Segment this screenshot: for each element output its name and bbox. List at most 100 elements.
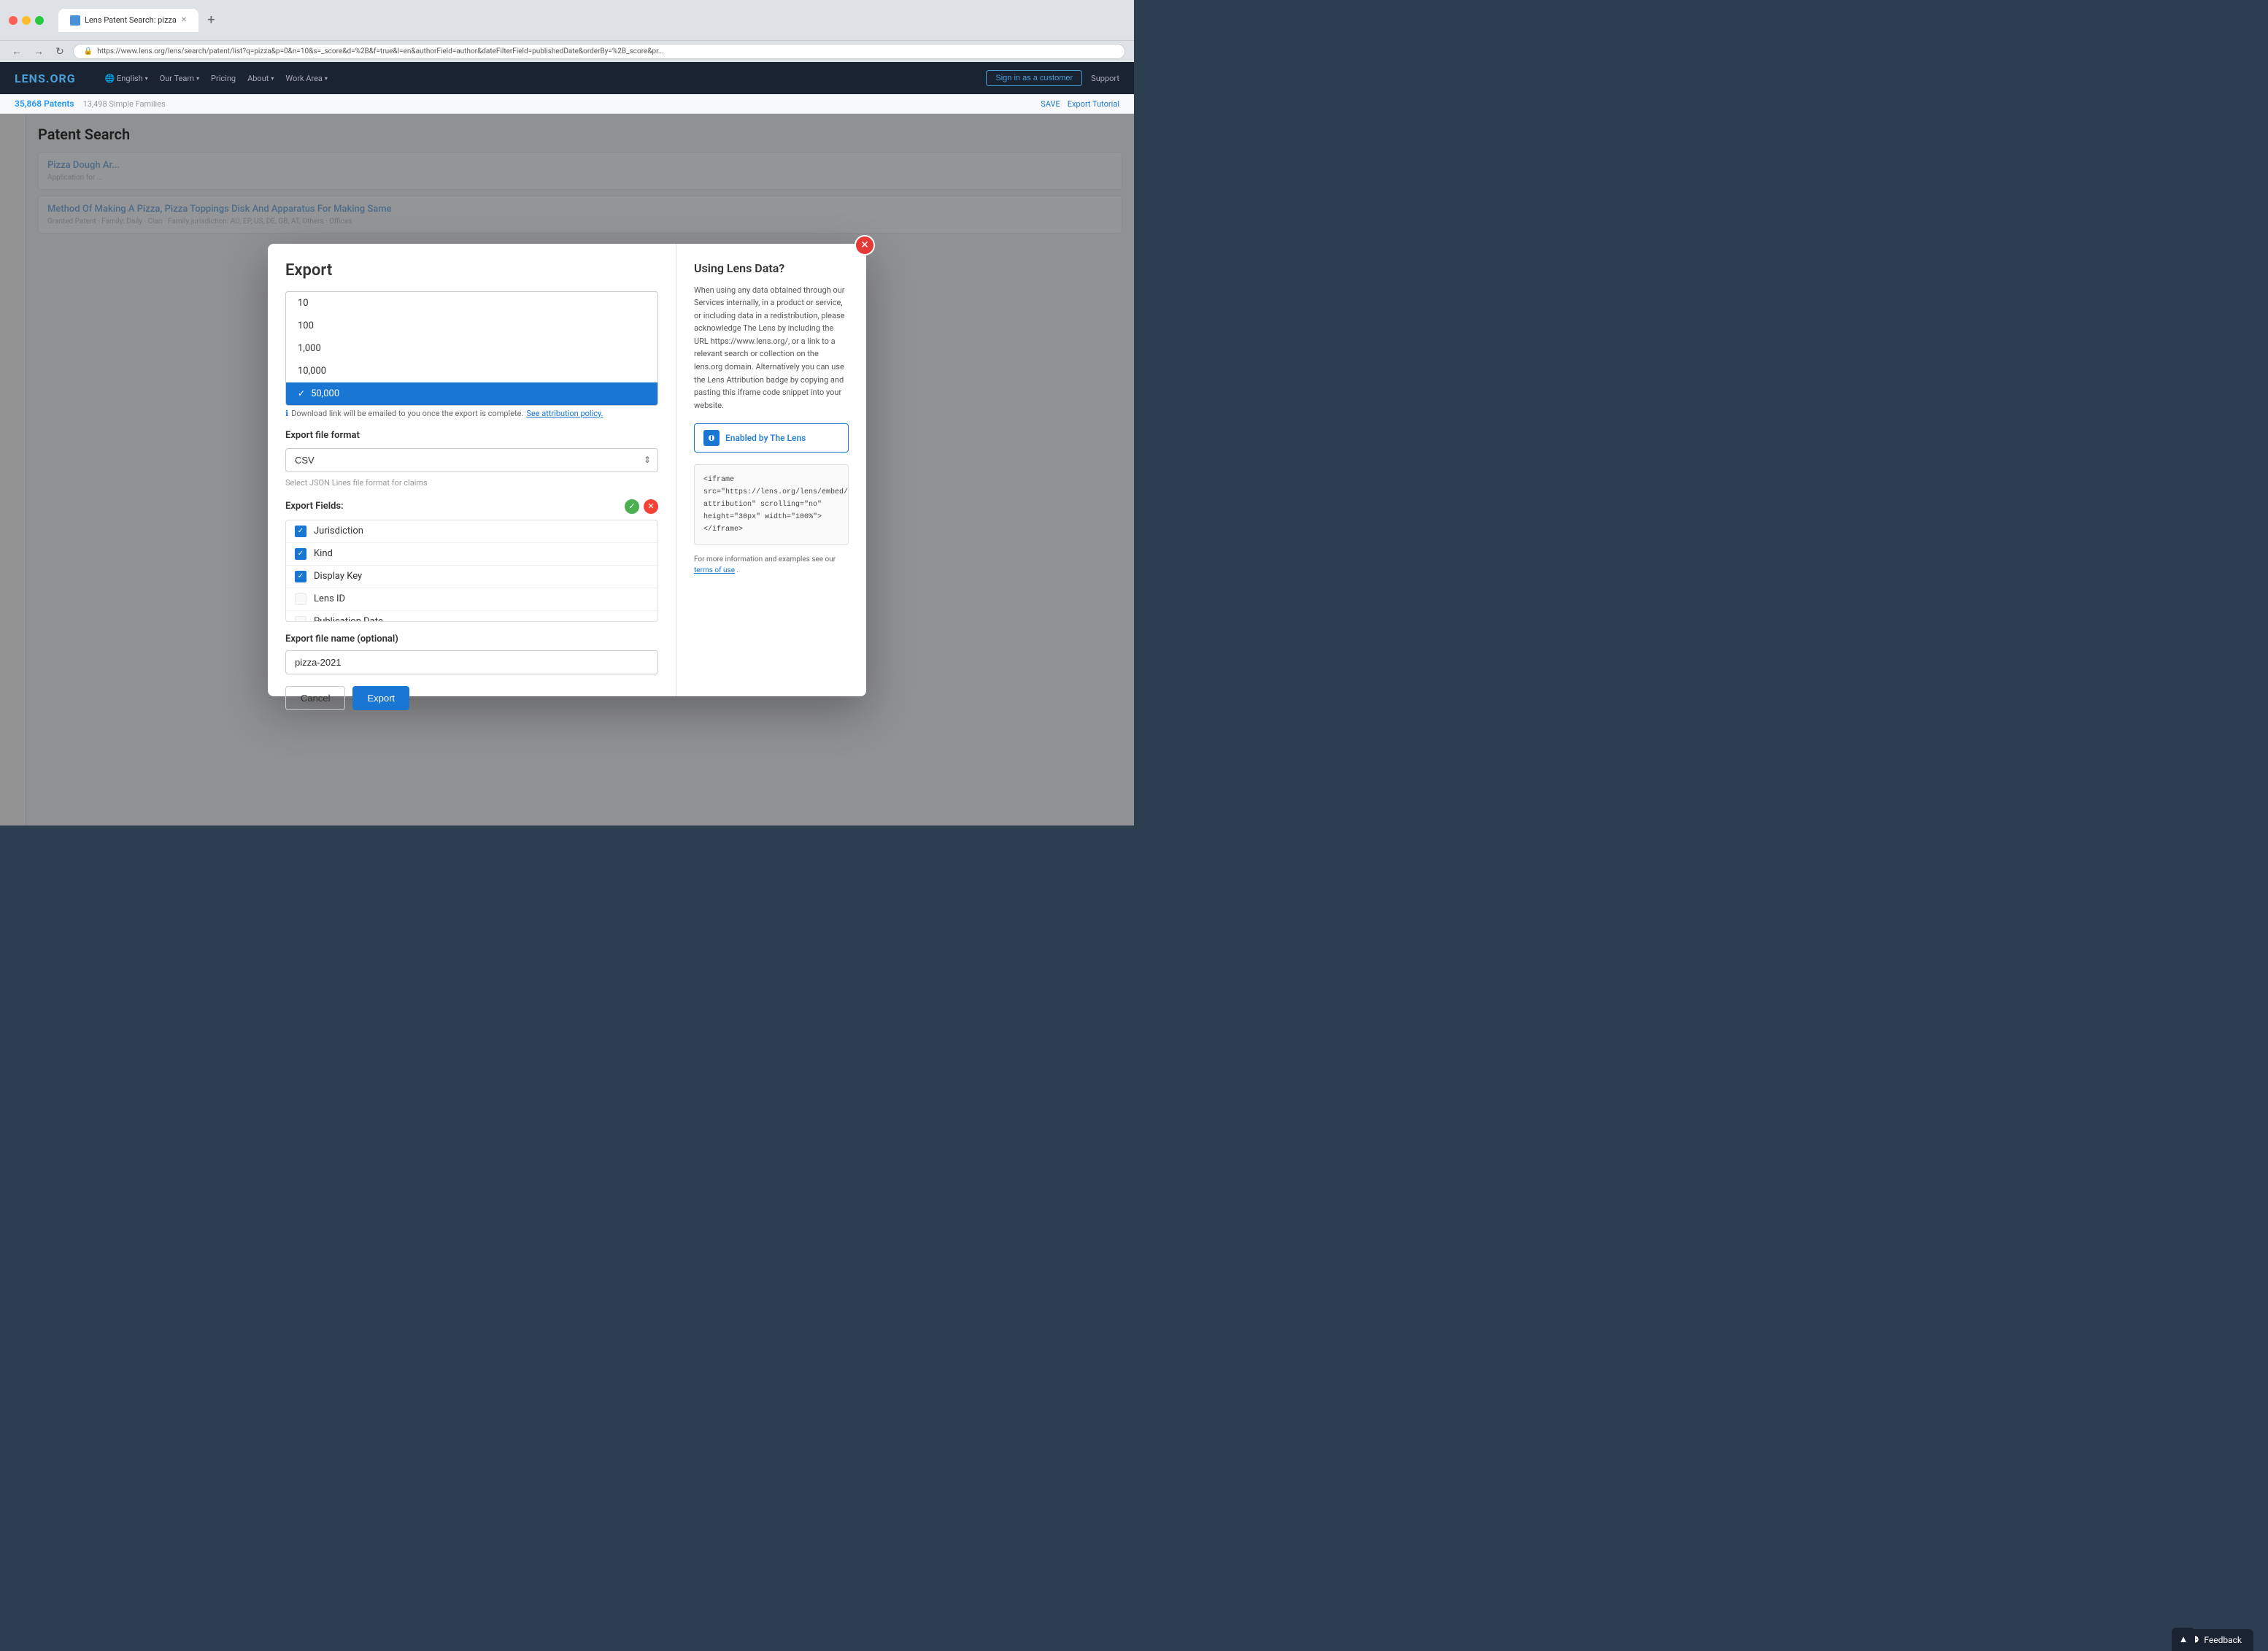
display-key-label: Display Key xyxy=(314,571,362,582)
patent-count: 35,868 Patents xyxy=(15,99,74,109)
info-icon: ℹ xyxy=(285,409,288,418)
forward-button[interactable]: → xyxy=(31,44,47,59)
option-1000-label: 1,000 xyxy=(298,343,321,354)
option-100-label: 100 xyxy=(298,320,314,331)
badge-text: Enabled by The Lens xyxy=(725,433,806,443)
nav-pricing[interactable]: Pricing xyxy=(211,74,236,83)
jurisdiction-label: Jurisdiction xyxy=(314,526,363,536)
email-notice: ℹ Download link will be emailed to you o… xyxy=(285,409,658,418)
logo[interactable]: LENS.ORG xyxy=(15,72,76,85)
quantity-dropdown[interactable]: 10 100 1,000 10,000 xyxy=(285,291,658,406)
scroll-to-top-button[interactable]: ▲ xyxy=(2172,1628,2195,1651)
nav-our-team[interactable]: Our Team ▾ xyxy=(160,74,199,83)
format-section-label: Export file format xyxy=(285,430,658,441)
display-key-checkbox[interactable]: ✓ xyxy=(295,571,306,582)
address-bar-row: ← → ↻ 🔒 https://www.lens.org/lens/search… xyxy=(0,41,1134,62)
tab-title: Lens Patent Search: pizza xyxy=(85,15,177,25)
filename-label: Export file name (optional) xyxy=(285,634,658,644)
sign-in-button[interactable]: Sign in as a customer xyxy=(986,70,1082,86)
filename-input[interactable] xyxy=(285,650,658,674)
nav-english[interactable]: 🌐 English ▾ xyxy=(105,74,148,83)
feedback-label: Feedback xyxy=(2204,1635,2242,1645)
field-item-jurisdiction: ✓ Jurisdiction xyxy=(286,520,657,543)
main-content: Patent Search Pizza Dough Ar... Applicat… xyxy=(0,114,1134,826)
new-tab-button[interactable]: + xyxy=(201,12,220,28)
fields-section-label: Export Fields: xyxy=(285,501,344,512)
format-select-wrapper: CSV JSON Lines XLSX ⇕ xyxy=(285,448,658,472)
terms-prefix: For more information and examples see ou… xyxy=(694,555,836,563)
active-tab[interactable]: Lens Patent Search: pizza ✕ xyxy=(58,9,198,32)
field-item-lens-id: Lens ID xyxy=(286,588,657,611)
records-dropdown-list: 10 100 1,000 10,000 xyxy=(285,291,658,406)
option-50000[interactable]: ✓ 50,000 xyxy=(286,382,657,405)
export-modal: ✕ Export 10 100 xyxy=(268,244,866,696)
export-button[interactable]: Export xyxy=(352,686,409,710)
right-panel-description: When using any data obtained through our… xyxy=(694,284,849,412)
terms-suffix: . xyxy=(737,566,739,574)
field-item-publication-date: Publication Date xyxy=(286,611,657,622)
header-right: Sign in as a customer Support xyxy=(986,70,1119,86)
kind-checkbox[interactable]: ✓ xyxy=(295,548,306,560)
address-bar[interactable]: 🔒 https://www.lens.org/lens/search/paten… xyxy=(73,44,1125,59)
tab-close-button[interactable]: ✕ xyxy=(181,16,187,24)
nav-about[interactable]: About ▾ xyxy=(247,74,274,83)
terms-of-use-link[interactable]: terms of use xyxy=(694,566,735,574)
jurisdiction-checkbox[interactable]: ✓ xyxy=(295,526,306,537)
cancel-button[interactable]: Cancel xyxy=(285,686,345,710)
tab-bar: Lens Patent Search: pizza ✕ + xyxy=(58,9,220,32)
badge-icon xyxy=(703,430,720,446)
fields-actions: ✓ ✕ xyxy=(625,499,658,514)
reload-button[interactable]: ↻ xyxy=(53,45,67,59)
modal-title: Export xyxy=(285,261,658,280)
export-tutorial-button[interactable]: Export Tutorial xyxy=(1068,99,1119,109)
uncheck-all-button[interactable]: ✕ xyxy=(644,499,658,514)
terms-text: For more information and examples see ou… xyxy=(694,554,849,576)
check-icon: ✓ xyxy=(298,388,305,399)
family-count: 13,498 Simple Families xyxy=(83,99,166,109)
publication-date-checkbox[interactable] xyxy=(295,616,306,622)
option-10000[interactable]: 10,000 xyxy=(286,360,657,382)
tab-favicon xyxy=(70,15,80,26)
header-nav: 🌐 English ▾ Our Team ▾ Pricing About ▾ W… xyxy=(105,74,328,83)
app-header: LENS.ORG 🌐 English ▾ Our Team ▾ Pricing … xyxy=(0,62,1134,94)
chevron-up-icon: ▲ xyxy=(2179,1633,2188,1645)
sub-header: 35,868 Patents 13,498 Simple Families SA… xyxy=(0,94,1134,114)
modal-actions: Cancel Export xyxy=(285,686,658,710)
attribution-link[interactable]: See attribution policy. xyxy=(526,409,603,418)
save-button[interactable]: SAVE xyxy=(1041,99,1060,109)
option-50000-label: 50,000 xyxy=(311,388,339,399)
maximize-window-button[interactable] xyxy=(35,16,44,25)
lens-id-label: Lens ID xyxy=(314,593,345,604)
code-box: <iframesrc="https://lens.org/lens/embed/… xyxy=(694,464,849,545)
attribution-badge[interactable]: Enabled by The Lens xyxy=(694,423,849,453)
lock-icon: 🔒 xyxy=(84,47,93,55)
url-text: https://www.lens.org/lens/search/patent/… xyxy=(97,47,664,55)
json-hint: Select JSON Lines file format for claims xyxy=(285,478,658,488)
option-10[interactable]: 10 xyxy=(286,292,657,315)
minimize-window-button[interactable] xyxy=(22,16,31,25)
nav-work-area[interactable]: Work Area ▾ xyxy=(285,74,328,83)
check-all-button[interactable]: ✓ xyxy=(625,499,639,514)
option-100[interactable]: 100 xyxy=(286,315,657,337)
field-item-kind: ✓ Kind xyxy=(286,543,657,566)
code-text: <iframesrc="https://lens.org/lens/embed/… xyxy=(703,476,848,534)
support-button[interactable]: Support xyxy=(1091,74,1119,83)
modal-close-button[interactable]: ✕ xyxy=(855,235,875,255)
close-window-button[interactable] xyxy=(9,16,18,25)
field-item-display-key: ✓ Display Key xyxy=(286,566,657,588)
format-select[interactable]: CSV JSON Lines XLSX xyxy=(285,448,658,472)
publication-date-label: Publication Date xyxy=(314,616,383,622)
option-10000-label: 10,000 xyxy=(298,366,326,377)
browser-chrome: Lens Patent Search: pizza ✕ + xyxy=(0,0,1134,41)
fields-list: ✓ Jurisdiction ✓ Kind ✓ Display Key xyxy=(285,520,658,622)
modal-overlay: ✕ Export 10 100 xyxy=(0,114,1134,826)
modal-left-panel: Export 10 100 1,000 xyxy=(268,244,676,696)
option-1000[interactable]: 1,000 xyxy=(286,337,657,360)
lens-id-checkbox[interactable] xyxy=(295,593,306,605)
modal-right-panel: Using Lens Data? When using any data obt… xyxy=(676,244,866,696)
email-notice-text: Download link will be emailed to you onc… xyxy=(291,409,523,418)
option-10-label: 10 xyxy=(298,298,309,309)
right-panel-title: Using Lens Data? xyxy=(694,261,849,275)
back-button[interactable]: ← xyxy=(9,44,25,59)
kind-label: Kind xyxy=(314,548,333,559)
